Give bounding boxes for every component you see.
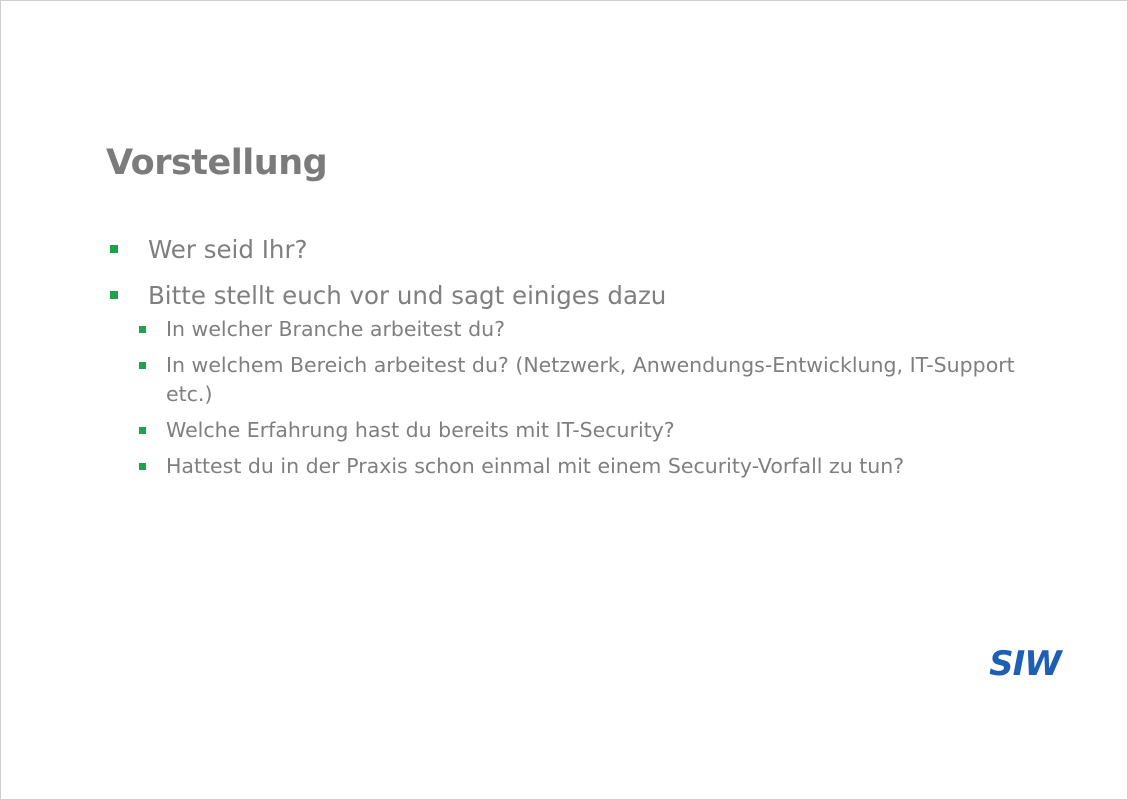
sub-bullet-text: Hattest du in der Praxis schon einmal mi… [166, 454, 905, 478]
sub-bullet-item: In welchem Bereich arbeitest du? (Netzwe… [136, 351, 1036, 409]
bullet-item: Wer seid Ihr? [106, 233, 1036, 267]
sub-bullet-text: In welcher Branche arbeitest du? [166, 317, 505, 341]
bullet-text: Wer seid Ihr? [148, 235, 308, 264]
bullet-text: Bitte stellt euch vor und sagt einiges d… [148, 281, 667, 310]
square-bullet-icon [139, 427, 146, 434]
sub-bullet-item: Hattest du in der Praxis schon einmal mi… [136, 452, 1036, 481]
slide: Vorstellung Wer seid Ihr? Bitte stellt e… [0, 0, 1128, 800]
slide-title: Vorstellung [106, 143, 328, 183]
sub-bullet-text: Welche Erfahrung hast du bereits mit IT-… [166, 418, 675, 442]
logo-text: SIW [989, 645, 1063, 681]
sub-bullet-text: In welchem Bereich arbeitest du? (Netzwe… [166, 353, 1015, 406]
bullet-item: Bitte stellt euch vor und sagt einiges d… [106, 279, 1036, 481]
square-bullet-icon [110, 245, 118, 253]
sub-bullet-list: In welcher Branche arbeitest du? In welc… [139, 315, 1036, 481]
square-bullet-icon [139, 326, 146, 333]
square-bullet-icon [139, 362, 146, 369]
siw-logo-icon: SIW [989, 645, 1064, 681]
sub-bullet-item: Welche Erfahrung hast du bereits mit IT-… [136, 416, 1036, 445]
square-bullet-icon [139, 463, 146, 470]
square-bullet-icon [110, 291, 118, 299]
bullet-list: Wer seid Ihr? Bitte stellt euch vor und … [106, 233, 1036, 493]
sub-bullet-item: In welcher Branche arbeitest du? [136, 315, 1036, 344]
